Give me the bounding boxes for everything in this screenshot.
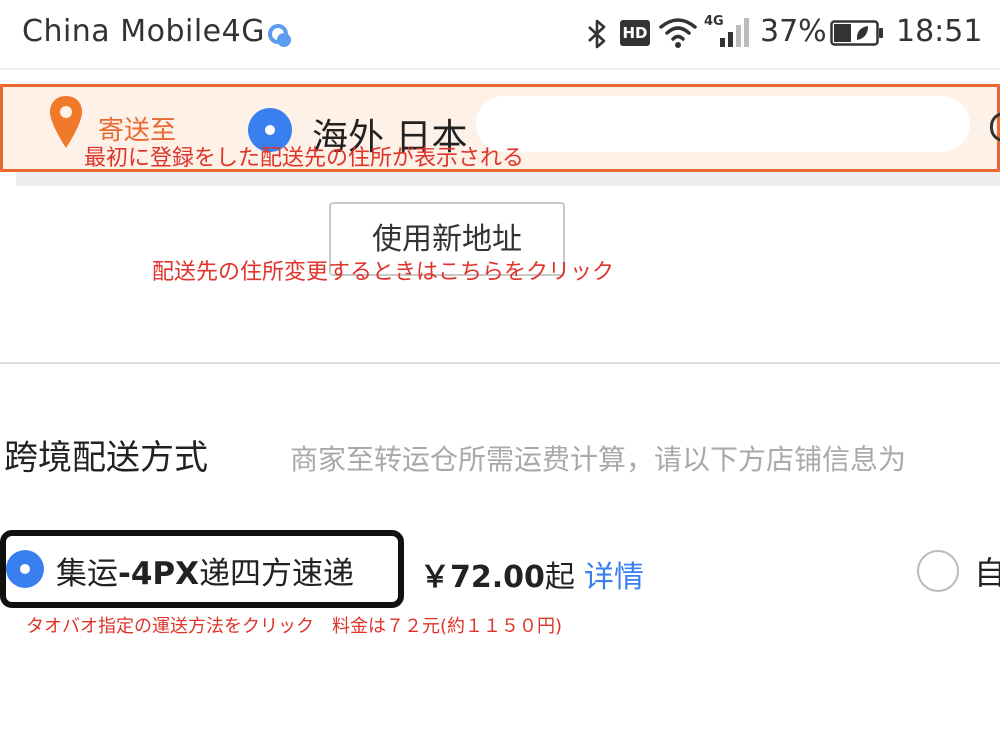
- shipping-option-radio-unselected[interactable]: [917, 550, 959, 592]
- clock: 18:51: [896, 14, 983, 49]
- annotation-address-note: 最初に登録をした配送先の住所が表示される: [84, 146, 525, 171]
- option-label-suffix: 递四方速递: [199, 556, 355, 592]
- option-label-prefix: 集运: [56, 556, 118, 592]
- shipping-method-title: 跨境配送方式: [4, 438, 208, 478]
- signal-icon: [720, 18, 749, 47]
- section-divider: [0, 362, 1000, 364]
- location-pin-icon: [50, 96, 82, 148]
- option-label-bold: -4PX: [118, 556, 200, 592]
- annotation-new-address-note: 配送先の住所変更するときはこちらをクリック: [152, 260, 615, 285]
- carrier-app-icon: [268, 24, 291, 47]
- annotation-shipping-note: タオバオ指定の運送方法をクリック 料金は７２元(約１１５０円): [26, 616, 563, 637]
- shipping-option-radio-selected[interactable]: [6, 550, 44, 588]
- redacted-address-area: [476, 96, 970, 152]
- shipping-option-price: ￥72.00起: [420, 552, 575, 596]
- battery-icon: [830, 20, 883, 46]
- carrier-name: China Mobile4G: [22, 14, 265, 49]
- battery-percentage: 37%: [760, 14, 827, 49]
- bluetooth-icon: [588, 19, 606, 49]
- shipping-option-label[interactable]: 集运-4PX递四方速递: [56, 548, 354, 593]
- shipping-option-2-label[interactable]: 自: [974, 548, 1000, 594]
- shipping-option-detail-link[interactable]: 详情: [584, 552, 644, 596]
- address-bottom-strip: [16, 172, 1000, 186]
- price-suffix: 起: [544, 560, 575, 595]
- shipping-method-hint: 商家至转运仓所需运费计算，请以下方店铺信息为: [290, 443, 907, 476]
- hd-voice-badge: HD: [620, 20, 650, 46]
- wifi-icon: [659, 18, 697, 48]
- price-amount: ￥72.00: [420, 560, 545, 595]
